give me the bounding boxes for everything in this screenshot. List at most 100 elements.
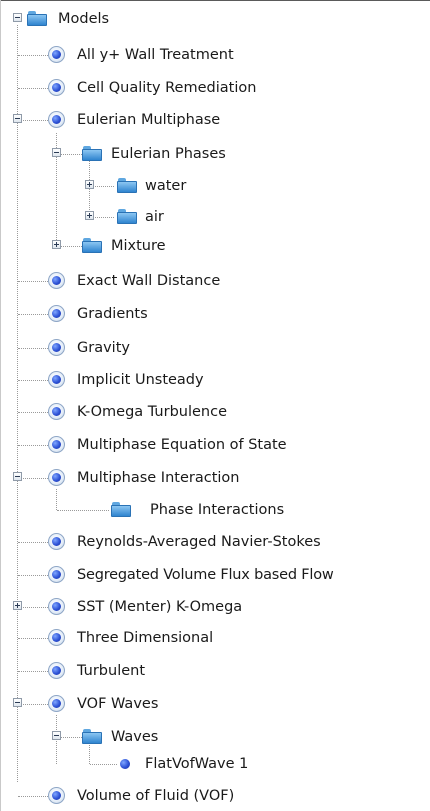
tree-connector-line xyxy=(18,120,48,121)
model-icon xyxy=(48,598,65,615)
tree-connector-line xyxy=(18,704,48,705)
tree-node-label: Multiphase Interaction xyxy=(77,470,240,486)
tree-connector-line xyxy=(90,764,117,765)
model-icon xyxy=(48,469,65,486)
tree-node-label: Mixture xyxy=(111,238,166,254)
model-icon xyxy=(48,46,65,63)
collapse-toggle[interactable] xyxy=(13,114,22,123)
tree-node-eulerian-multiphase[interactable]: Eulerian Multiphase xyxy=(0,106,300,134)
folder-icon xyxy=(27,11,47,26)
tree-connector-line xyxy=(18,638,48,639)
tree-connector-line xyxy=(18,445,48,446)
model-icon xyxy=(48,272,65,289)
tree-node-cell-quality-remediation[interactable]: Cell Quality Remediation xyxy=(0,74,340,102)
tree-node-label: All y+ Wall Treatment xyxy=(77,47,234,63)
collapse-toggle[interactable] xyxy=(52,148,61,157)
tree-connector-line xyxy=(18,796,48,797)
tree-connector-line xyxy=(18,348,48,349)
tree-node-label: Gravity xyxy=(77,340,130,356)
tree-connector-line xyxy=(18,575,48,576)
tree-node-label: Gradients xyxy=(77,306,148,322)
tree-node-label: Reynolds-Averaged Navier-Stokes xyxy=(77,534,321,550)
tree-connector-line xyxy=(18,478,48,479)
tree-connector-line xyxy=(18,88,48,89)
tree-node-phase-interactions[interactable]: Phase Interactions xyxy=(0,496,320,524)
tree-node-sst-menter-k-omega[interactable]: SST (Menter) K-Omega xyxy=(0,593,320,621)
model-icon xyxy=(48,79,65,96)
tree-node-exact-wall-distance[interactable]: Exact Wall Distance xyxy=(0,267,300,295)
model-icon xyxy=(48,403,65,420)
tree-node-multiphase-equation-of-state[interactable]: Multiphase Equation of State xyxy=(0,431,370,459)
tree-node-label: Multiphase Equation of State xyxy=(77,437,287,453)
top-border xyxy=(0,0,430,1)
model-icon xyxy=(48,371,65,388)
collapse-toggle[interactable] xyxy=(13,13,22,22)
models-tree: Models All y+ Wall Treatment Cell Qualit… xyxy=(0,0,430,811)
tree-connector-line xyxy=(18,55,48,56)
tree-node-label: FlatVofWave 1 xyxy=(145,756,249,772)
tree-node-water[interactable]: water xyxy=(0,172,260,200)
object-icon xyxy=(120,759,130,769)
tree-node-label: Segregated Volume Flux based Flow xyxy=(77,567,334,583)
folder-icon xyxy=(117,209,137,224)
tree-node-label: Cell Quality Remediation xyxy=(77,80,257,96)
tree-connector-line xyxy=(18,671,48,672)
tree-node-label: Three Dimensional xyxy=(77,630,214,646)
tree-node-implicit-unsteady[interactable]: Implicit Unsteady xyxy=(0,366,280,394)
model-icon xyxy=(48,533,65,550)
folder-icon xyxy=(82,729,102,744)
tree-node-label: Implicit Unsteady xyxy=(77,372,204,388)
tree-node-segregated-volume-flux-based-flow[interactable]: Segregated Volume Flux based Flow xyxy=(0,561,430,589)
tree-node-label: SST (Menter) K-Omega xyxy=(77,599,243,615)
tree-node-gravity[interactable]: Gravity xyxy=(0,334,220,362)
tree-node-turbulent[interactable]: Turbulent xyxy=(0,657,230,685)
tree-node-eulerian-phases[interactable]: Eulerian Phases xyxy=(0,140,300,168)
tree-node-air[interactable]: air xyxy=(0,203,240,231)
tree-node-k-omega-turbulence[interactable]: K-Omega Turbulence xyxy=(0,398,300,426)
tree-node-label: Eulerian Multiphase xyxy=(77,112,221,128)
tree-node-vof-waves[interactable]: VOF Waves xyxy=(0,690,240,718)
tree-node-mixture[interactable]: Mixture xyxy=(0,232,240,260)
expand-toggle[interactable] xyxy=(52,240,61,249)
model-icon xyxy=(48,787,65,804)
tree-node-waves[interactable]: Waves xyxy=(0,723,240,751)
expand-toggle[interactable] xyxy=(13,601,22,610)
expand-toggle[interactable] xyxy=(85,211,94,220)
model-icon xyxy=(48,629,65,646)
expand-toggle[interactable] xyxy=(85,180,94,189)
tree-node-label: water xyxy=(145,178,187,194)
tree-connector-line xyxy=(18,607,48,608)
model-icon xyxy=(48,305,65,322)
tree-node-all-y-wall-treatment[interactable]: All y+ Wall Treatment xyxy=(0,41,320,69)
tree-node-label: Waves xyxy=(111,729,159,745)
tree-node-gradients[interactable]: Gradients xyxy=(0,300,220,328)
tree-connector-line xyxy=(57,510,109,511)
folder-icon xyxy=(111,502,131,517)
tree-node-label: air xyxy=(145,209,164,225)
tree-node-volume-of-fluid-vof[interactable]: Volume of Fluid (VOF) xyxy=(0,782,300,810)
collapse-toggle[interactable] xyxy=(13,472,22,481)
collapse-toggle[interactable] xyxy=(13,698,22,707)
tree-node-three-dimensional[interactable]: Three Dimensional xyxy=(0,624,290,652)
folder-icon xyxy=(82,146,102,161)
tree-node-reynolds-averaged-navier-stokes[interactable]: Reynolds-Averaged Navier-Stokes xyxy=(0,528,395,556)
model-icon xyxy=(48,111,65,128)
tree-connector-line xyxy=(18,412,48,413)
tree-node-flatvofwave-1[interactable]: FlatVofWave 1 xyxy=(0,750,280,778)
collapse-toggle[interactable] xyxy=(52,731,61,740)
tree-node-label: VOF Waves xyxy=(77,696,159,712)
tree-connector-line xyxy=(18,281,48,282)
folder-icon xyxy=(117,178,137,193)
tree-connector-line xyxy=(18,542,48,543)
tree-connector-line xyxy=(18,380,48,381)
tree-node-label: Exact Wall Distance xyxy=(77,273,221,289)
model-icon xyxy=(48,662,65,679)
tree-node-label: Volume of Fluid (VOF) xyxy=(77,788,235,804)
tree-node-models[interactable]: Models xyxy=(0,5,200,33)
tree-node-label: Phase Interactions xyxy=(150,502,285,518)
tree-node-label: K-Omega Turbulence xyxy=(77,404,228,420)
tree-connector-line xyxy=(18,314,48,315)
tree-node-label: Turbulent xyxy=(77,663,146,679)
tree-node-multiphase-interaction[interactable]: Multiphase Interaction xyxy=(0,464,320,492)
model-icon xyxy=(48,695,65,712)
